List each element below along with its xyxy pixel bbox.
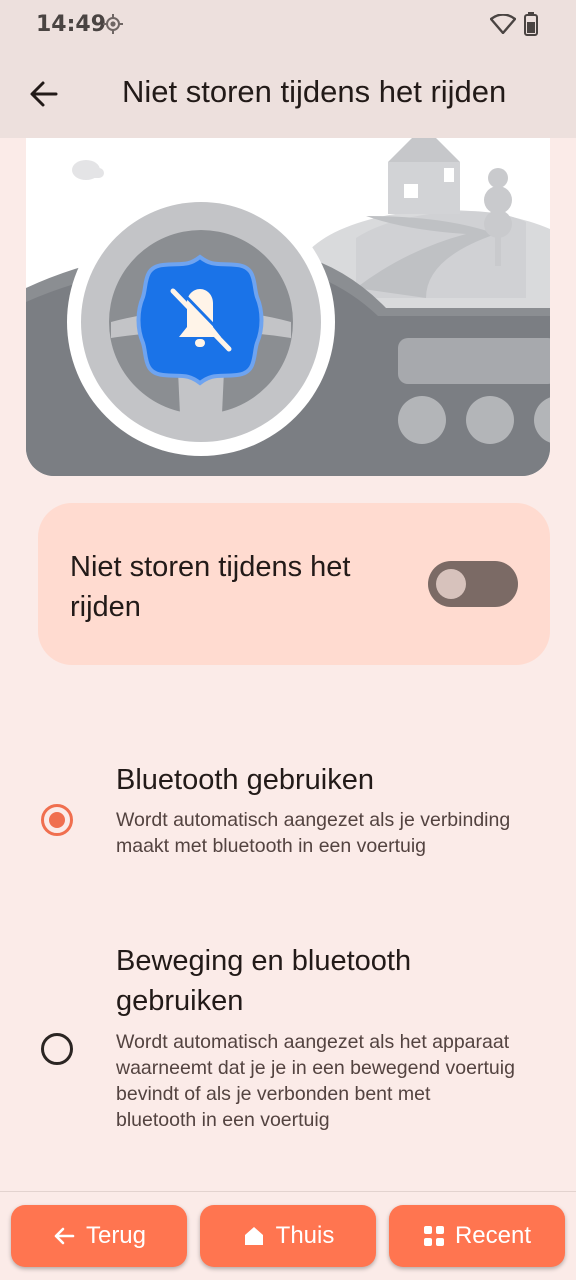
- home-button[interactable]: Thuis: [200, 1205, 376, 1267]
- radio-bluetooth[interactable]: [41, 804, 73, 836]
- option-title: Beweging en bluetooth gebruiken: [116, 945, 412, 1017]
- battery-icon: [524, 12, 538, 41]
- back-label: Terug: [85, 1222, 147, 1249]
- arrow-left-icon: [54, 1227, 75, 1245]
- navigation-bar: Terug Thuis Recent: [0, 1191, 576, 1280]
- driving-dnd-switch[interactable]: [428, 561, 518, 607]
- status-time: 14:49: [36, 12, 107, 37]
- option-title: Bluetooth gebruiken: [116, 764, 374, 796]
- toggle-label: Niet storen tijdens het rijden: [70, 551, 351, 623]
- bell-off-icon: [136, 254, 264, 386]
- home-icon: [244, 1227, 263, 1245]
- app-bar: Niet storen tijdens het rijden: [0, 50, 576, 138]
- recent-button[interactable]: Recent: [389, 1205, 565, 1267]
- location-icon: [102, 13, 124, 40]
- home-label: Thuis: [275, 1222, 335, 1249]
- arrow-left-icon[interactable]: [28, 78, 60, 115]
- option-motion-bluetooth[interactable]: Beweging en bluetooth gebruiken Wordt au…: [0, 940, 576, 1170]
- wifi-icon: [489, 13, 517, 39]
- option-bluetooth[interactable]: Bluetooth gebruiken Wordt automatisch aa…: [0, 758, 576, 898]
- option-description: Wordt automatisch aangezet als je verbin…: [116, 809, 511, 857]
- page-title: Niet storen tijdens het rijden: [122, 74, 507, 109]
- grid-icon: [423, 1226, 444, 1246]
- recent-label: Recent: [454, 1222, 532, 1249]
- option-description: Wordt automatisch aangezet als het appar…: [116, 1031, 515, 1131]
- status-bar: 14:49: [0, 0, 576, 50]
- back-button[interactable]: Terug: [11, 1205, 187, 1267]
- radio-motion-bluetooth[interactable]: [41, 1033, 73, 1065]
- driving-dnd-toggle-row[interactable]: Niet storen tijdens het rijden: [38, 503, 550, 665]
- switch-thumb: [436, 569, 466, 599]
- driving-illustration: [26, 138, 550, 476]
